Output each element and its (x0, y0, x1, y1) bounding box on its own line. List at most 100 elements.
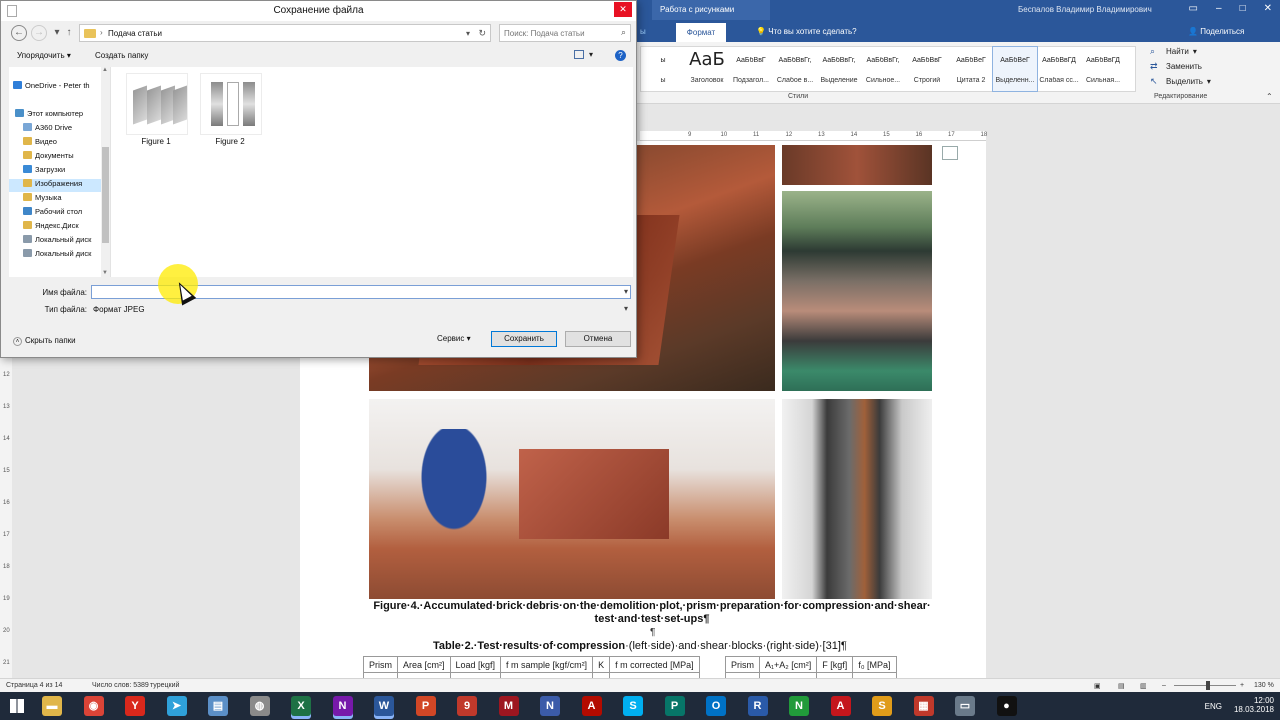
style-item[interactable]: АаБбВвГг, Выделение (817, 47, 861, 91)
zoom-level[interactable]: 130 % (1254, 682, 1274, 689)
breadcrumb-current[interactable]: Подача статьи (108, 29, 162, 38)
layout-options-icon[interactable] (942, 146, 958, 160)
app-9-icon[interactable]: 9 (457, 696, 477, 716)
back-icon[interactable]: ← (11, 25, 27, 41)
tools-button[interactable]: Сервис ▾ (437, 334, 471, 343)
organize-button[interactable]: Упорядочить ▾ (17, 51, 71, 60)
address-dropdown-icon[interactable]: ▾ (466, 29, 470, 38)
style-item[interactable]: АаБбВвГ Подзагол... (729, 47, 773, 91)
file-item-figure-2[interactable]: Figure 2 (195, 73, 265, 151)
app-s-icon[interactable]: S (872, 696, 892, 716)
horizontal-ruler[interactable]: 9 10 11 12 13 14 15 16 17 18 (640, 131, 987, 141)
autocad-icon[interactable]: A (830, 696, 851, 716)
print-layout-icon[interactable]: ▤ (1118, 682, 1125, 690)
ribbon-options-icon[interactable]: ▭ (1189, 3, 1198, 14)
file-name-dropdown-icon[interactable]: ▾ (624, 287, 628, 296)
file-item-figure-1[interactable]: Figure 1 (121, 73, 191, 151)
nav-item[interactable]: Локальный диск (9, 235, 101, 248)
app-r-icon[interactable]: R (747, 696, 768, 716)
photo-compression-press[interactable] (782, 191, 932, 391)
explorer-icon[interactable]: ▬ (42, 696, 62, 716)
status-language[interactable]: турецкий (150, 682, 179, 689)
notepad-icon[interactable]: ▤ (208, 696, 228, 716)
file-type-dropdown-icon[interactable]: ▾ (624, 304, 628, 313)
zoom-in-icon[interactable]: + (1240, 682, 1244, 689)
tell-me-box[interactable]: 💡 Что вы хотите сделать? (756, 27, 857, 36)
app-window-icon[interactable]: ▭ (955, 696, 975, 716)
read-mode-icon[interactable]: ▣ (1094, 682, 1101, 690)
close-icon[interactable]: ✕ (1264, 3, 1272, 14)
app-n-icon[interactable]: N (789, 696, 809, 716)
skype-icon[interactable]: S (623, 696, 643, 716)
nav-item[interactable]: Музыка (9, 193, 101, 206)
find-button[interactable]: ⌕ Найти ▾ (1150, 44, 1274, 59)
nav-item[interactable]: Документы (9, 151, 101, 164)
styles-gallery[interactable]: ы ы АаБ Заголовок АаБбВвГ Подзагол... АаБбВвГг… (640, 46, 1136, 92)
up-folder-icon[interactable]: ↑ (61, 25, 77, 41)
replace-button[interactable]: ⇄ Заменить (1150, 59, 1274, 74)
powerpoint-icon[interactable]: P (415, 696, 436, 716)
collapse-ribbon-icon[interactable]: ⌃ (1266, 92, 1273, 101)
search-icon[interactable]: ⌕ (621, 27, 626, 38)
onenote-icon[interactable]: N (332, 696, 353, 716)
nav-item[interactable]: Загрузки (9, 165, 101, 178)
file-type-select[interactable]: Формат JPEG ▾ (91, 302, 631, 316)
search-input[interactable] (500, 25, 610, 41)
chrome-icon[interactable]: ◉ (83, 696, 104, 716)
dialog-close-button[interactable]: ✕ (614, 2, 632, 17)
yandex-browser-icon[interactable]: Y (125, 696, 145, 716)
recorder-icon[interactable]: ● (996, 696, 1017, 716)
zoom-out-icon[interactable]: – (1162, 682, 1166, 689)
style-item[interactable]: АаБбВвГг, Сильное... (861, 47, 905, 91)
tab-format[interactable]: Формат (676, 23, 726, 42)
excel-icon[interactable]: X (291, 696, 311, 716)
nav-item[interactable]: Изображения (9, 179, 101, 192)
user-name[interactable]: Беспалов Владимир Владимирович (1018, 5, 1152, 14)
mendeley-icon[interactable]: M (498, 696, 519, 716)
minimize-icon[interactable]: – (1216, 3, 1222, 14)
style-item[interactable]: ыы (641, 47, 685, 91)
select-button[interactable]: ↖ Выделить ▾ (1150, 74, 1274, 89)
help-icon[interactable]: ? (615, 50, 626, 61)
style-item[interactable]: АаБбВеГ Выделенн... (992, 46, 1038, 92)
change-view-icon[interactable] (574, 50, 584, 59)
style-item[interactable]: АаБбВвГД Сильная... (1081, 47, 1125, 91)
style-item[interactable]: АаБбВвГД Слабая сс... (1037, 47, 1081, 91)
nav-item[interactable]: Локальный диск (9, 249, 101, 262)
style-item[interactable]: АаБбВеГ Цитата 2 (949, 47, 993, 91)
style-item[interactable]: АаБбВвГг, Слабое в... (773, 47, 817, 91)
view-options-dropdown-icon[interactable]: ▾ (589, 50, 593, 59)
navigation-scrollbar[interactable]: ▲ ▼ (101, 67, 110, 277)
nav-item[interactable]: Яндекс.Диск (9, 221, 101, 234)
forward-icon[interactable]: → (31, 25, 47, 41)
word-icon[interactable]: W (374, 696, 394, 716)
zoom-slider-thumb[interactable] (1206, 681, 1210, 690)
acrobat-icon[interactable]: A (581, 696, 602, 716)
refresh-icon[interactable]: ↻ (478, 28, 486, 39)
clock[interactable]: 12:00 18.03.2018 (1234, 696, 1274, 714)
photo-test-machine[interactable] (782, 399, 932, 599)
tab-partial[interactable]: ы (640, 27, 646, 36)
save-button[interactable]: Сохранить (491, 331, 557, 347)
nav-item[interactable]: Рабочий стол (9, 207, 101, 220)
nav-item[interactable]: A360 Drive (9, 123, 101, 136)
status-page[interactable]: Страница 4 из 14 (6, 682, 62, 689)
maximize-icon[interactable]: □ (1240, 3, 1246, 14)
scroll-thumb[interactable] (102, 147, 109, 243)
telegram-icon[interactable]: ➤ (166, 696, 187, 716)
status-words[interactable]: Число слов: 5389 (92, 682, 149, 689)
app-globe-icon[interactable]: ◍ (249, 696, 270, 716)
outlook-icon[interactable]: O (706, 696, 726, 716)
style-item[interactable]: АаБбВвГ Строгий (905, 47, 949, 91)
start-button[interactable] (0, 692, 34, 720)
address-bar[interactable]: › Подача статьи ▾ ↻ (79, 24, 491, 42)
scroll-up-icon[interactable]: ▲ (102, 67, 108, 73)
input-language[interactable]: ENG (1205, 702, 1222, 711)
web-layout-icon[interactable]: ▥ (1140, 682, 1147, 690)
zoom-slider[interactable] (1174, 685, 1236, 686)
outlook-calendar-icon[interactable]: N (540, 696, 560, 716)
publisher-icon[interactable]: P (664, 696, 685, 716)
nav-item[interactable]: Видео (9, 137, 101, 150)
cancel-button[interactable]: Отмена (565, 331, 631, 347)
new-folder-button[interactable]: Создать папку (95, 51, 148, 60)
